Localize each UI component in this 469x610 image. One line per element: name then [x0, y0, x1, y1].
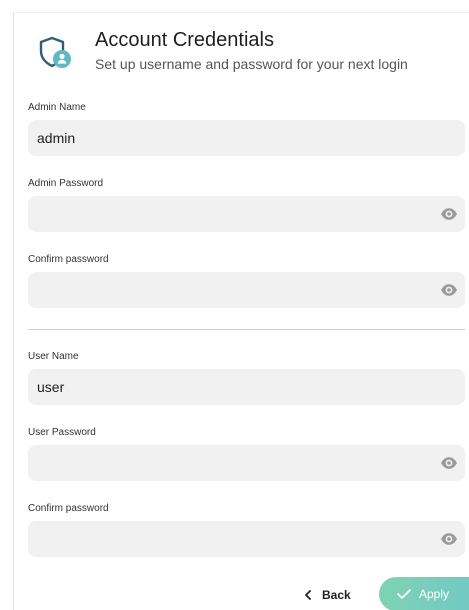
shield-user-icon: [39, 36, 71, 68]
eye-icon[interactable]: [440, 206, 458, 222]
user-confirm-password-field[interactable]: [28, 521, 465, 557]
apply-button-label: Apply: [419, 587, 450, 601]
back-button-label: Back: [322, 588, 351, 602]
eye-icon[interactable]: [440, 531, 458, 547]
user-confirm-label: Confirm password: [28, 503, 109, 514]
account-credentials-panel: Account Credentials Set up username and …: [13, 12, 469, 610]
admin-name-value: admin: [37, 130, 76, 146]
admin-name-label: Admin Name: [28, 102, 86, 113]
page-subtitle: Set up username and password for your ne…: [95, 56, 408, 72]
user-name-value: user: [37, 379, 65, 395]
user-name-field[interactable]: user: [28, 369, 465, 405]
eye-icon[interactable]: [440, 455, 458, 471]
admin-password-field[interactable]: [28, 196, 465, 232]
user-name-label: User Name: [28, 351, 79, 362]
eye-icon[interactable]: [440, 282, 458, 298]
admin-confirm-password-field[interactable]: [28, 272, 465, 308]
admin-confirm-label: Confirm password: [28, 254, 109, 265]
chevron-left-icon: [305, 590, 311, 600]
section-divider: [28, 329, 465, 330]
user-password-label: User Password: [28, 427, 96, 438]
user-password-field[interactable]: [28, 445, 465, 481]
back-button[interactable]: Back: [304, 584, 351, 606]
check-icon: [397, 589, 411, 599]
apply-button[interactable]: Apply: [379, 577, 469, 610]
admin-password-label: Admin Password: [28, 178, 104, 189]
admin-name-field[interactable]: admin: [28, 120, 465, 156]
page-title: Account Credentials: [95, 29, 274, 51]
header: Account Credentials Set up username and …: [14, 13, 469, 93]
